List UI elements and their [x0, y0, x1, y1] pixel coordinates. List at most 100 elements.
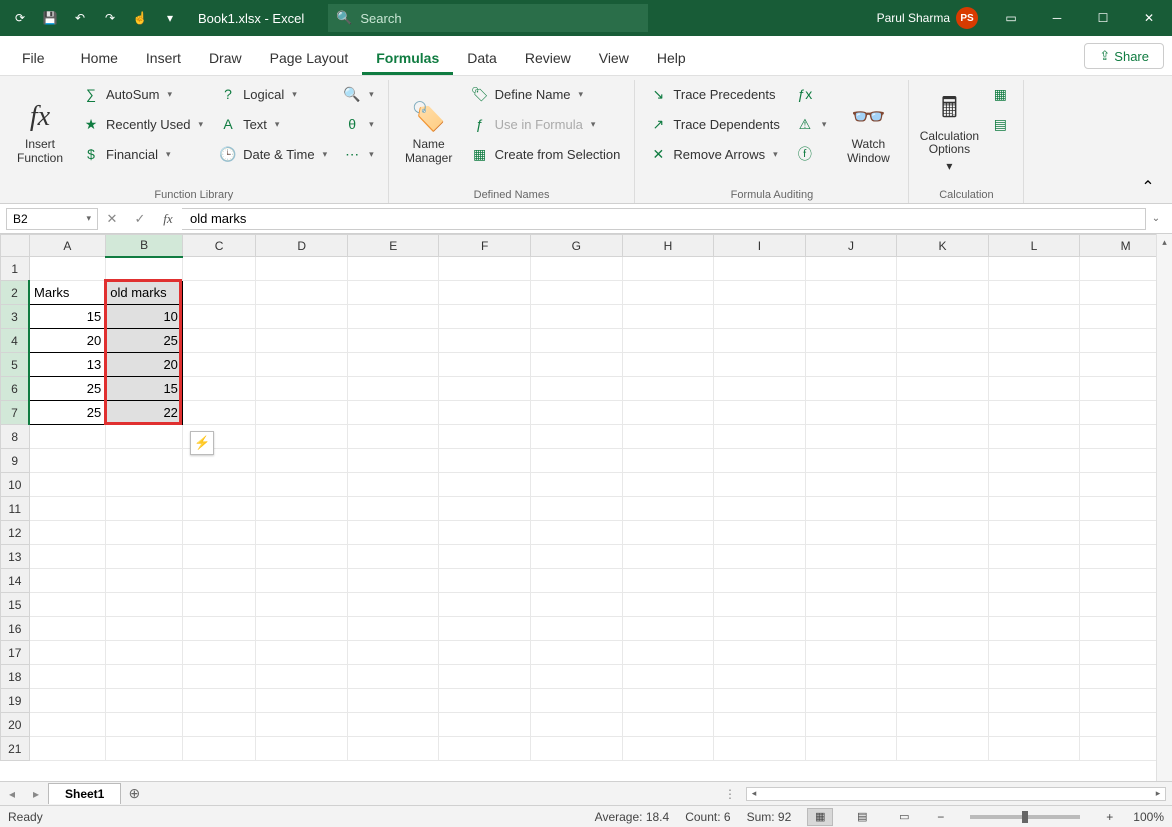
cell-A7[interactable]: 25: [29, 401, 106, 425]
cell-A12[interactable]: [29, 521, 106, 545]
cell-H21[interactable]: [622, 737, 714, 761]
cell-A14[interactable]: [29, 569, 106, 593]
cell-L3[interactable]: [988, 305, 1080, 329]
cell-F6[interactable]: [439, 377, 531, 401]
formula-input[interactable]: old marks: [182, 208, 1146, 230]
cell-H16[interactable]: [622, 617, 714, 641]
zoom-out-button[interactable]: −: [933, 810, 948, 824]
column-header-D[interactable]: D: [256, 235, 348, 257]
cell-L12[interactable]: [988, 521, 1080, 545]
cell-E21[interactable]: [347, 737, 439, 761]
cell-H20[interactable]: [622, 713, 714, 737]
cell-I21[interactable]: [714, 737, 806, 761]
cell-K7[interactable]: [897, 401, 989, 425]
cell-G14[interactable]: [530, 569, 622, 593]
cell-D14[interactable]: [256, 569, 348, 593]
cell-L5[interactable]: [988, 353, 1080, 377]
cell-F4[interactable]: [439, 329, 531, 353]
cell-E5[interactable]: [347, 353, 439, 377]
cell-K11[interactable]: [897, 497, 989, 521]
cell-J12[interactable]: [805, 521, 897, 545]
cell-D13[interactable]: [256, 545, 348, 569]
cell-B10[interactable]: [106, 473, 183, 497]
tab-review[interactable]: Review: [511, 42, 585, 75]
row-header-7[interactable]: 7: [1, 401, 30, 425]
cell-F19[interactable]: [439, 689, 531, 713]
cell-J15[interactable]: [805, 593, 897, 617]
row-header-8[interactable]: 8: [1, 425, 30, 449]
cell-F10[interactable]: [439, 473, 531, 497]
cell-H4[interactable]: [622, 329, 714, 353]
cell-L9[interactable]: [988, 449, 1080, 473]
column-header-C[interactable]: C: [182, 235, 255, 257]
cell-K9[interactable]: [897, 449, 989, 473]
cell-D12[interactable]: [256, 521, 348, 545]
cell-L20[interactable]: [988, 713, 1080, 737]
close-button[interactable]: ✕: [1126, 0, 1172, 36]
zoom-slider[interactable]: [970, 815, 1080, 819]
cell-A11[interactable]: [29, 497, 106, 521]
cell-K10[interactable]: [897, 473, 989, 497]
cell-K19[interactable]: [897, 689, 989, 713]
tab-help[interactable]: Help: [643, 42, 700, 75]
cell-I18[interactable]: [714, 665, 806, 689]
cell-K17[interactable]: [897, 641, 989, 665]
calculation-options-button[interactable]: 🖩 Calculation Options▾: [917, 80, 981, 185]
cell-F14[interactable]: [439, 569, 531, 593]
cell-H17[interactable]: [622, 641, 714, 665]
share-button[interactable]: ⇪ Share: [1084, 43, 1164, 69]
text-button[interactable]: AText▾: [213, 110, 333, 138]
cell-D16[interactable]: [256, 617, 348, 641]
cell-J3[interactable]: [805, 305, 897, 329]
cell-A18[interactable]: [29, 665, 106, 689]
quick-analysis-icon[interactable]: ⚡: [190, 431, 214, 455]
maximize-button[interactable]: ☐: [1080, 0, 1126, 36]
cell-B17[interactable]: [106, 641, 183, 665]
cell-E14[interactable]: [347, 569, 439, 593]
cell-A15[interactable]: [29, 593, 106, 617]
row-header-12[interactable]: 12: [1, 521, 30, 545]
cell-L13[interactable]: [988, 545, 1080, 569]
cell-G17[interactable]: [530, 641, 622, 665]
cell-G15[interactable]: [530, 593, 622, 617]
cell-K2[interactable]: [897, 281, 989, 305]
cell-C13[interactable]: [182, 545, 255, 569]
cell-J4[interactable]: [805, 329, 897, 353]
cell-L18[interactable]: [988, 665, 1080, 689]
cell-G8[interactable]: [530, 425, 622, 449]
view-page-break-icon[interactable]: ▭: [891, 808, 917, 826]
cell-J2[interactable]: [805, 281, 897, 305]
cell-C21[interactable]: [182, 737, 255, 761]
scroll-up-icon[interactable]: ▴: [1162, 234, 1167, 250]
cell-A13[interactable]: [29, 545, 106, 569]
row-header-5[interactable]: 5: [1, 353, 30, 377]
cell-F11[interactable]: [439, 497, 531, 521]
cell-I4[interactable]: [714, 329, 806, 353]
cell-L19[interactable]: [988, 689, 1080, 713]
tab-file[interactable]: File: [8, 42, 59, 75]
cell-D1[interactable]: [256, 257, 348, 281]
cell-J8[interactable]: [805, 425, 897, 449]
cell-L7[interactable]: [988, 401, 1080, 425]
cell-D21[interactable]: [256, 737, 348, 761]
tab-home[interactable]: Home: [67, 42, 132, 75]
cell-D7[interactable]: [256, 401, 348, 425]
cell-A6[interactable]: 25: [29, 377, 106, 401]
cell-L17[interactable]: [988, 641, 1080, 665]
cell-I13[interactable]: [714, 545, 806, 569]
tab-data[interactable]: Data: [453, 42, 511, 75]
cell-C18[interactable]: [182, 665, 255, 689]
cell-K16[interactable]: [897, 617, 989, 641]
cell-B5[interactable]: 20: [106, 353, 183, 377]
cell-C2[interactable]: [182, 281, 255, 305]
cell-B14[interactable]: [106, 569, 183, 593]
cell-G4[interactable]: [530, 329, 622, 353]
cell-F20[interactable]: [439, 713, 531, 737]
cell-K14[interactable]: [897, 569, 989, 593]
column-header-F[interactable]: F: [439, 235, 531, 257]
cell-I16[interactable]: [714, 617, 806, 641]
cell-F17[interactable]: [439, 641, 531, 665]
cell-F5[interactable]: [439, 353, 531, 377]
create-from-selection-button[interactable]: ▦Create from Selection: [465, 140, 627, 168]
cell-L15[interactable]: [988, 593, 1080, 617]
